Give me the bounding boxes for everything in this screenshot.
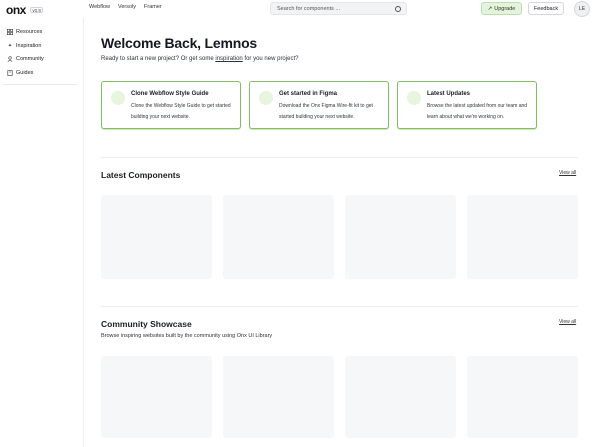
community-showcase-title: Community Showcase [101,319,192,329]
subtitle-text-end: for you new project? [242,56,299,62]
community-view-all-link[interactable]: View all [559,319,576,325]
component-card[interactable] [467,195,578,279]
top-nav: Webflow Versoly Framer [89,4,162,10]
card-title: Get started in Figma [279,91,338,97]
page-title: Welcome Back, Lemnos [101,35,258,51]
logo-text: onx [6,3,26,17]
sidebar: Resources ✦ Inspiration Community Guides [0,18,84,447]
sidebar-item-label: Guides [16,70,34,76]
nav-item-webflow[interactable]: Webflow [89,4,110,10]
card-description: Clone the Webflow Style Guide to get sta… [131,103,231,120]
latest-view-all-link[interactable]: View all [559,170,576,176]
search-input[interactable]: Search for components ... [270,2,407,15]
sidebar-item-label: Resources [16,29,43,35]
book-icon [7,70,13,76]
sidebar-item-label: Community [16,56,44,62]
feedback-label: Feedback [533,5,559,12]
sidebar-item-resources[interactable]: Resources [7,29,42,35]
subtitle-text: Ready to start a new project? Or get som… [101,56,216,62]
inspiration-link[interactable]: inspiration [215,56,242,62]
showcase-card[interactable] [223,356,334,438]
sparkle-icon: ✦ [7,43,13,49]
avatar[interactable]: LE [574,1,590,17]
avatar-initials: LE [578,6,586,12]
nav-item-framer[interactable]: Framer [144,4,162,10]
card-icon [407,91,421,105]
sidebar-item-inspiration[interactable]: ✦ Inspiration [7,43,42,49]
showcase-card[interactable] [345,356,456,438]
component-card[interactable] [223,195,334,279]
showcase-card[interactable] [101,356,212,438]
card-figma[interactable]: Get started in Figma Download the Onx Fi… [249,81,389,129]
sidebar-item-guides[interactable]: Guides [7,70,33,76]
latest-components-grid [101,195,578,279]
quick-start-cards: Clone Webflow Style Guide Clone the Webf… [101,81,537,129]
search-icon[interactable] [395,6,401,12]
card-description: Browse the latest updated from our team … [427,103,528,120]
component-card[interactable] [345,195,456,279]
page-subtitle: Ready to start a new project? Or get som… [101,56,298,62]
grid-icon [7,29,13,35]
logo[interactable]: onx v0.8 [6,3,44,17]
card-latest-updates[interactable]: Latest Updates Browse the latest updated… [397,81,537,129]
sidebar-item-community[interactable]: Community [7,56,44,62]
upgrade-button[interactable]: ↗ Upgrade [481,2,522,15]
community-showcase-subtitle: Browse inspiring websites built by the c… [101,333,273,339]
nav-item-versoly[interactable]: Versoly [118,4,136,10]
latest-components-title: Latest Components [101,170,181,180]
search-placeholder: Search for components ... [277,5,340,12]
sidebar-item-label: Inspiration [16,43,42,49]
card-title: Latest Updates [427,91,471,97]
card-clone-style-guide[interactable]: Clone Webflow Style Guide Clone the Webf… [101,81,241,129]
rocket-icon: ↗ [487,5,493,12]
card-description: Download the Onx Figma Wire-fit kit to g… [279,103,373,120]
community-showcase-grid [101,356,578,438]
card-icon [259,91,273,105]
card-icon [111,91,125,105]
showcase-card[interactable] [467,356,578,438]
upgrade-label: Upgrade [494,5,516,12]
feedback-button[interactable]: Feedback [528,2,564,15]
top-bar: onx v0.8 Webflow Versoly Framer Search f… [0,0,600,17]
section-divider [101,306,578,307]
section-divider [101,157,578,158]
user-icon [7,56,13,62]
sidebar-divider [3,84,77,85]
component-card[interactable] [101,195,212,279]
version-badge: v0.8 [29,7,44,13]
card-title: Clone Webflow Style Guide [131,91,209,97]
